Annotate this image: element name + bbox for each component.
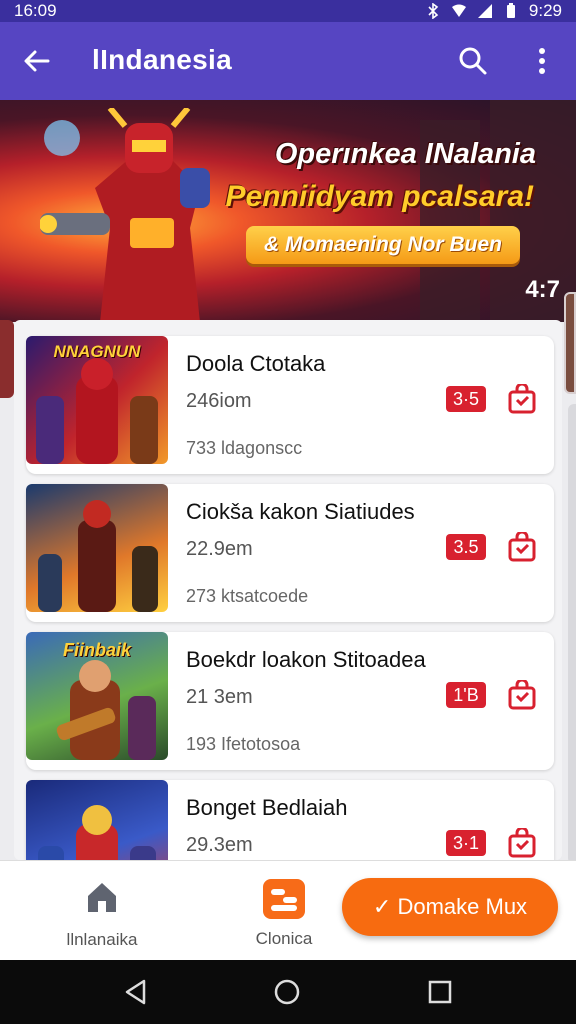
system-nav-bar (0, 960, 576, 1024)
thumbnail-art (38, 500, 158, 612)
search-icon[interactable] (456, 44, 490, 78)
rating-badge: 3·1 (446, 830, 486, 856)
shopping-bag-icon[interactable] (508, 828, 536, 858)
rating-badge: 3.5 (446, 534, 486, 560)
rating-badge: 1'B (446, 682, 486, 708)
back-arrow-icon[interactable] (20, 44, 54, 78)
thumbnail-caption: NNAGNUN (53, 342, 141, 361)
shopping-bag-icon[interactable] (508, 384, 536, 414)
thumbnail-art (38, 805, 156, 860)
banner-subline: Penniidyam pcalsara! (225, 180, 534, 213)
game-thumbnail: NNAGNUN (26, 336, 168, 464)
more-options-icon[interactable] (528, 44, 556, 78)
status-time-right: 9:29 (528, 1, 562, 20)
game-size: 29.3em (186, 834, 253, 856)
system-back-icon[interactable] (122, 978, 150, 1006)
game-meta: 193 Ifetotosoa (186, 734, 301, 754)
game-meta: 273 ktsatcoede (186, 586, 309, 606)
list-item[interactable]: Bonget Bedlaiah 29.3em 3·1 (26, 780, 554, 860)
scrollbar[interactable] (568, 404, 576, 864)
battery-icon (506, 3, 515, 18)
system-home-icon[interactable] (273, 978, 301, 1006)
wifi-icon (451, 4, 466, 17)
signal-icon (477, 4, 492, 18)
list-item[interactable]: Fiinbaik Boekdr loakon Stitoadea 21 3em … (26, 632, 554, 770)
rating-badge: 3·5 (446, 386, 486, 412)
game-size: 246iom (186, 390, 252, 412)
nav-home-label: llnlanaika (66, 930, 138, 949)
banner-page-counter: 4:7 (525, 276, 560, 303)
game-name: Bonget Bedlaiah (186, 795, 348, 820)
system-recents-icon[interactable] (426, 978, 454, 1006)
side-edge-right (564, 292, 576, 394)
status-icons: 9:29 (425, 1, 562, 21)
game-name: Boekdr loakon Stitoadea (186, 647, 426, 672)
shopping-bag-icon[interactable] (508, 532, 536, 562)
bottom-bar: llnlanaika Clonica ✓ Domake Mux (0, 860, 576, 960)
promo-banner[interactable]: Operınkea INalania Penniidyam pcalsara! … (0, 100, 576, 322)
game-thumbnail (26, 780, 168, 860)
game-meta: 733 ldagonscc (186, 438, 303, 458)
game-list: NNAGNUN Doola Ctotaka 246iom 733 ldagons… (14, 320, 562, 860)
list-item[interactable]: NNAGNUN Doola Ctotaka 246iom 733 ldagons… (26, 336, 554, 474)
nav-home[interactable]: llnlanaika (62, 879, 142, 951)
shopping-bag-icon[interactable] (508, 680, 536, 710)
home-icon (88, 883, 116, 912)
page-title: lIndanesia (92, 44, 232, 75)
list-item[interactable]: Ciokša kakon Siatiudes 22.9em 273 ktsatc… (26, 484, 554, 622)
game-name: Ciokša kakon Siatiudes (186, 499, 415, 524)
status-time-left: 16:09 (14, 1, 57, 20)
app-bar: lIndanesia (0, 22, 576, 100)
category-icon (263, 879, 305, 919)
game-name: Doola Ctotaka (186, 351, 326, 376)
primary-action-button[interactable]: ✓ Domake Mux (342, 878, 558, 936)
game-size: 22.9em (186, 538, 253, 560)
hero-character-illustration (40, 108, 210, 322)
banner-cta-button[interactable]: & Momaening Nor Buen (246, 226, 520, 264)
game-thumbnail (26, 484, 168, 612)
side-edge-left (0, 320, 14, 398)
game-thumbnail: Fiinbaik (26, 632, 168, 760)
bluetooth-icon (428, 3, 439, 19)
nav-category[interactable]: Clonica (246, 879, 322, 951)
game-size: 21 3em (186, 686, 253, 708)
status-bar: 16:09 9:29 (0, 0, 576, 22)
nav-category-label: Clonica (255, 929, 313, 948)
banner-headline: Operınkea INalania (274, 138, 536, 170)
thumbnail-caption: Fiinbaik (62, 640, 131, 660)
